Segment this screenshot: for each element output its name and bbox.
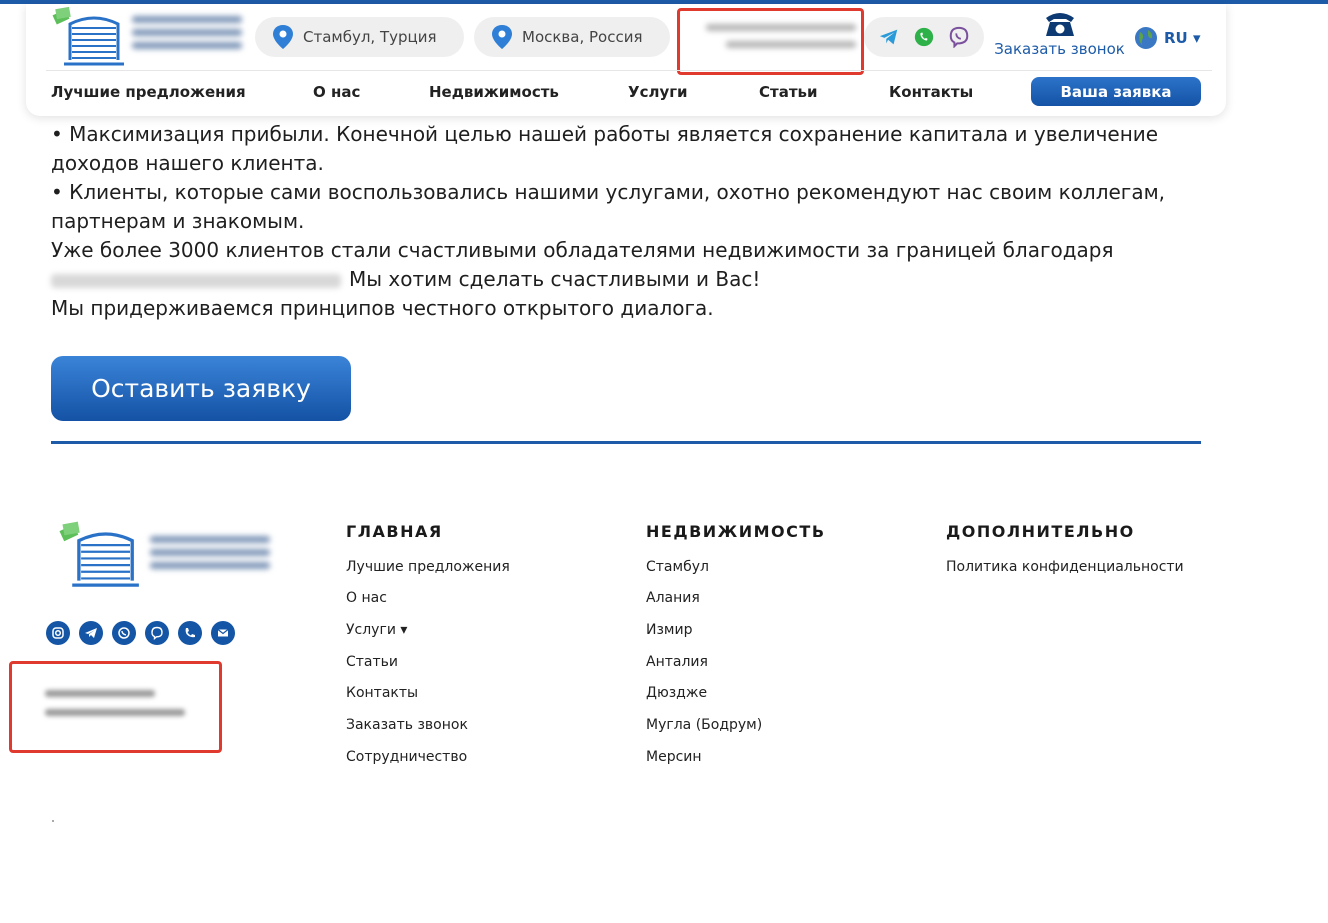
location-istanbul[interactable]: Стамбул, Турция bbox=[255, 17, 464, 57]
nav-contacts[interactable]: Контакты bbox=[889, 83, 973, 101]
happy-clients-text: Мы хотим сделать счастливыми и Вас! bbox=[51, 265, 1201, 294]
location-moscow[interactable]: Москва, Россия bbox=[474, 17, 670, 57]
retro-phone-icon bbox=[1045, 13, 1074, 36]
footer-link-antalya[interactable]: Анталия bbox=[646, 654, 708, 670]
happy-text: Мы хотим сделать счастливыми и Вас! bbox=[349, 267, 761, 291]
logo-text-redacted bbox=[132, 16, 242, 56]
footer-social-icons bbox=[46, 621, 244, 645]
language-selector[interactable]: RU ▾ bbox=[1134, 26, 1200, 50]
map-pin-icon bbox=[273, 25, 293, 49]
bullet-recommend: • Клиенты, которые сами воспользовались … bbox=[51, 180, 1166, 233]
order-call-link[interactable]: Заказать звонок bbox=[992, 8, 1127, 63]
phone-icon[interactable] bbox=[178, 621, 202, 645]
buildings-logo-icon bbox=[52, 6, 124, 66]
footer-col-title-main: ГЛАВНАЯ bbox=[346, 522, 443, 541]
company-name-redacted bbox=[51, 273, 341, 288]
email-icon[interactable] bbox=[211, 621, 235, 645]
nav-articles[interactable]: Статьи bbox=[759, 83, 818, 101]
bullet-profit: • Максимизация прибыли. Конечной целью н… bbox=[51, 122, 1159, 175]
site-header: Стамбул, Турция Москва, Россия Заказать … bbox=[26, 4, 1226, 116]
footer-col-title-extra: ДОПОЛНИТЕЛЬНО bbox=[946, 522, 1135, 541]
footer-link-alanya[interactable]: Алания bbox=[646, 590, 700, 606]
language-label: RU ▾ bbox=[1164, 29, 1201, 47]
footer-link-mersin[interactable]: Мерсин bbox=[646, 749, 702, 765]
footer-link-about[interactable]: О нас bbox=[346, 590, 387, 606]
stray-dot bbox=[52, 820, 54, 822]
nav-real-estate[interactable]: Недвижимость bbox=[429, 83, 559, 101]
clients-count-text: Уже более 3000 клиентов стали счастливым… bbox=[51, 238, 1114, 262]
footer-link-services[interactable]: Услуги ▾ bbox=[346, 622, 407, 638]
header-messengers bbox=[864, 17, 984, 57]
viber-icon[interactable] bbox=[145, 621, 169, 645]
location-label: Стамбул, Турция bbox=[303, 28, 437, 46]
footer-logo[interactable] bbox=[50, 518, 280, 590]
nav-divider bbox=[46, 70, 1212, 71]
highlight-box-header-phones bbox=[677, 8, 864, 75]
telegram-icon[interactable] bbox=[878, 26, 900, 48]
buildings-logo-icon bbox=[59, 521, 139, 587]
honest-dialog-text: Мы придерживаемся принципов честного отк… bbox=[51, 296, 714, 320]
footer-link-mugla[interactable]: Мугла (Бодрум) bbox=[646, 717, 762, 733]
footer-link-duzce[interactable]: Дюздже bbox=[646, 685, 707, 701]
leave-request-button[interactable]: Оставить заявку bbox=[51, 356, 351, 421]
footer-logo-text-redacted bbox=[150, 536, 270, 576]
footer-link-izmir[interactable]: Измир bbox=[646, 622, 692, 638]
your-request-button[interactable]: Ваша заявка bbox=[1031, 77, 1201, 106]
nav-services[interactable]: Услуги bbox=[628, 83, 688, 101]
content-divider bbox=[51, 441, 1201, 444]
footer-link-privacy[interactable]: Политика конфиденциальности bbox=[946, 559, 1184, 575]
footer-link-articles[interactable]: Статьи bbox=[346, 654, 398, 670]
highlight-box-footer-phones bbox=[9, 661, 222, 753]
viber-icon[interactable] bbox=[948, 26, 970, 48]
nav-best-offers[interactable]: Лучшие предложения bbox=[51, 83, 246, 101]
location-label: Москва, Россия bbox=[522, 28, 643, 46]
footer-link-best-offers[interactable]: Лучшие предложения bbox=[346, 559, 510, 575]
site-logo[interactable] bbox=[44, 6, 244, 66]
nav-about[interactable]: О нас bbox=[313, 83, 360, 101]
map-pin-icon bbox=[492, 25, 512, 49]
whatsapp-icon[interactable] bbox=[112, 621, 136, 645]
telegram-icon[interactable] bbox=[79, 621, 103, 645]
order-call-label: Заказать звонок bbox=[994, 40, 1125, 58]
footer-link-partnership[interactable]: Сотрудничество bbox=[346, 749, 467, 765]
globe-icon bbox=[1135, 27, 1157, 49]
footer-link-istanbul[interactable]: Стамбул bbox=[646, 559, 709, 575]
instagram-icon[interactable] bbox=[46, 621, 70, 645]
whatsapp-icon[interactable] bbox=[913, 26, 935, 48]
footer-link-order-call[interactable]: Заказать звонок bbox=[346, 717, 468, 733]
footer-col-title-real-estate: НЕДВИЖИМОСТЬ bbox=[646, 522, 826, 541]
footer-link-contacts[interactable]: Контакты bbox=[346, 685, 418, 701]
